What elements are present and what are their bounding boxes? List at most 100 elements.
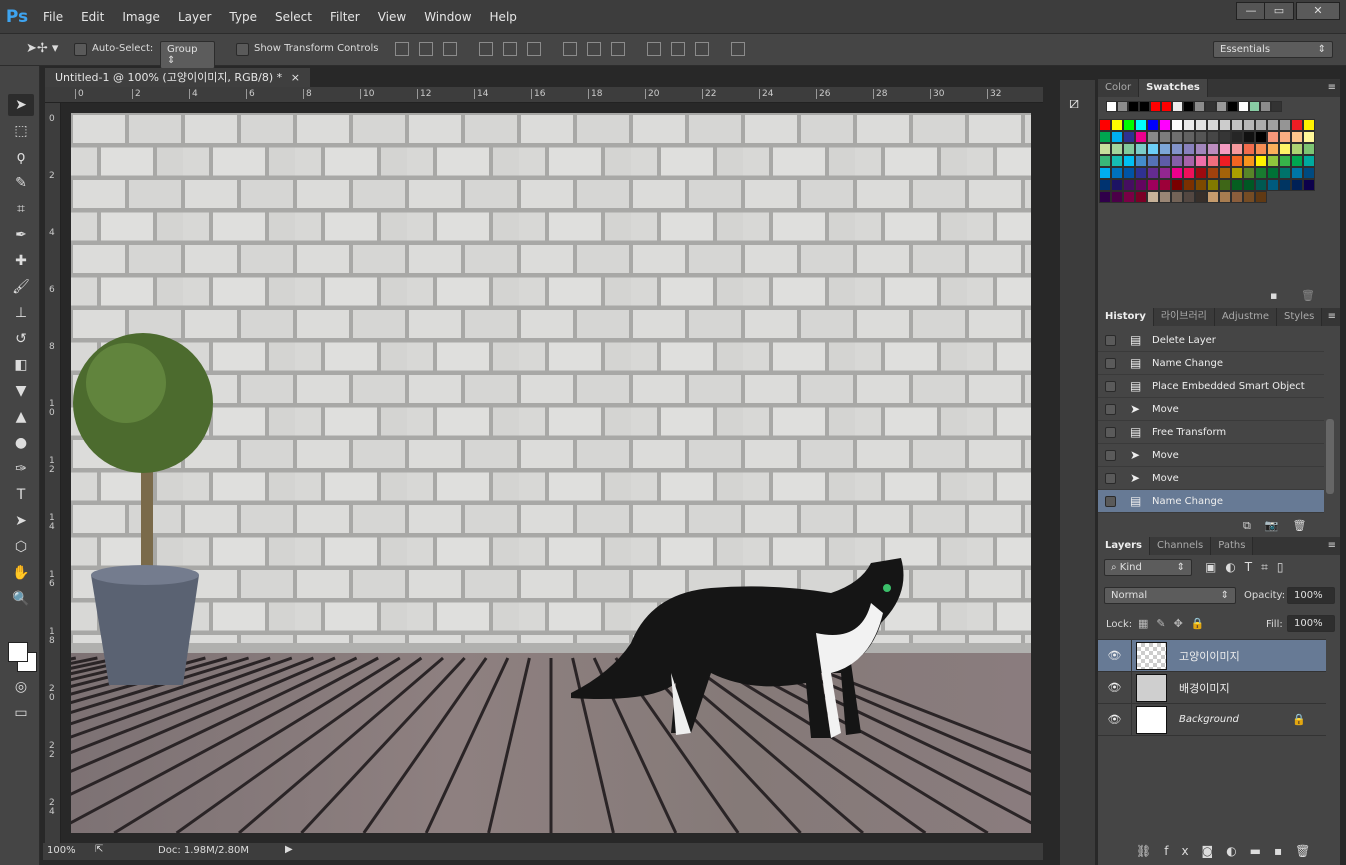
color-swatch[interactable] — [1195, 191, 1207, 203]
layer-name[interactable]: 배경이미지 — [1179, 680, 1230, 696]
align-distribute-button-icon[interactable] — [587, 42, 601, 56]
color-swatch[interactable] — [1111, 143, 1123, 155]
new-swatch-icon[interactable]: ▪ — [1270, 289, 1277, 302]
tab-paths[interactable]: Paths — [1211, 537, 1254, 555]
color-swatch[interactable] — [1243, 143, 1255, 155]
color-swatch[interactable] — [1123, 143, 1135, 155]
color-swatch[interactable] — [1123, 131, 1135, 143]
color-swatch[interactable] — [1135, 167, 1147, 179]
recent-swatch[interactable] — [1271, 101, 1282, 112]
color-swatch[interactable] — [1147, 167, 1159, 179]
color-swatch[interactable] — [1171, 179, 1183, 191]
fill-field[interactable]: 100% — [1287, 615, 1335, 632]
color-swatch[interactable] — [1123, 155, 1135, 167]
paint-bucket-tool-icon[interactable]: ▼ — [8, 380, 34, 402]
align-distribute-button-icon[interactable] — [395, 42, 409, 56]
color-swatch[interactable] — [1279, 179, 1291, 191]
eyedropper-tool-icon[interactable]: ✒ — [8, 224, 34, 246]
menu-file[interactable]: File — [34, 10, 72, 24]
color-swatch[interactable] — [1243, 155, 1255, 167]
layers-footer-icons[interactable]: ⛓fx◙◐▬▪🗑 — [1136, 844, 1323, 858]
history-item[interactable]: ➤ Move — [1098, 444, 1324, 467]
color-swatch[interactable] — [1243, 191, 1255, 203]
color-swatch[interactable] — [1207, 191, 1219, 203]
color-swatch[interactable] — [1255, 191, 1267, 203]
recent-swatch[interactable] — [1260, 101, 1271, 112]
color-swatch[interactable] — [1291, 167, 1303, 179]
menu-image[interactable]: Image — [113, 10, 169, 24]
color-swatch[interactable] — [1123, 179, 1135, 191]
panel-menu-icon[interactable]: ≡ — [1328, 308, 1340, 326]
color-swatch[interactable] — [1111, 191, 1123, 203]
color-swatch[interactable] — [1231, 167, 1243, 179]
history-item[interactable]: ▤ Free Transform — [1098, 421, 1324, 444]
color-swatch[interactable] — [1267, 155, 1279, 167]
color-swatch[interactable] — [1123, 119, 1135, 131]
color-swatch[interactable] — [1255, 167, 1267, 179]
recent-swatch[interactable] — [1249, 101, 1260, 112]
recent-swatch[interactable] — [1172, 101, 1183, 112]
color-swatch[interactable] — [1111, 131, 1123, 143]
history-snapshot-checkbox[interactable] — [1105, 495, 1116, 507]
menu-filter[interactable]: Filter — [321, 10, 369, 24]
history-item[interactable]: ▤ Delete Layer — [1098, 329, 1324, 352]
history-scrollbar[interactable] — [1326, 419, 1334, 494]
recent-swatch[interactable] — [1161, 101, 1172, 112]
foreground-color-swatch[interactable] — [8, 642, 28, 662]
color-swatch[interactable] — [1255, 155, 1267, 167]
clone-stamp-tool-icon[interactable]: ⊥ — [8, 302, 34, 324]
recent-swatch[interactable] — [1139, 101, 1150, 112]
panel-menu-icon[interactable]: ≡ — [1328, 537, 1340, 555]
color-swatch[interactable] — [1219, 131, 1231, 143]
history-snapshot-checkbox[interactable] — [1105, 426, 1116, 438]
canvas-image[interactable] — [71, 113, 1031, 833]
path-selection-tool-icon[interactable]: ➤ — [8, 510, 34, 532]
color-swatch[interactable] — [1147, 179, 1159, 191]
menu-type[interactable]: Type — [220, 10, 266, 24]
layer-name[interactable]: Background — [1179, 714, 1239, 725]
color-swatch[interactable] — [1231, 143, 1243, 155]
recent-swatch[interactable] — [1205, 101, 1216, 112]
color-swatch[interactable] — [1159, 155, 1171, 167]
color-swatch[interactable] — [1195, 167, 1207, 179]
color-swatch[interactable] — [1111, 167, 1123, 179]
tab-color[interactable]: Color — [1098, 79, 1140, 97]
color-swatch[interactable] — [1207, 119, 1219, 131]
color-swatch[interactable] — [1231, 131, 1243, 143]
align-distribute-button-icon[interactable] — [503, 42, 517, 56]
dodge-tool-icon[interactable]: ● — [8, 432, 34, 454]
shape-tool-icon[interactable]: ⬡ — [8, 536, 34, 558]
layer-row[interactable]: 👁 Background 🔒 — [1098, 703, 1326, 736]
color-swatch[interactable] — [1183, 155, 1195, 167]
color-swatch[interactable] — [1303, 167, 1315, 179]
color-swatch[interactable] — [1219, 143, 1231, 155]
align-distribute-button-icon[interactable] — [419, 42, 433, 56]
layer-row[interactable]: 👁 배경이미지 — [1098, 671, 1326, 704]
history-item[interactable]: ▤ Name Change — [1098, 352, 1324, 375]
history-snapshot-checkbox[interactable] — [1105, 403, 1116, 415]
color-swatch[interactable] — [1159, 143, 1171, 155]
color-swatch[interactable] — [1231, 155, 1243, 167]
color-swatch[interactable] — [1147, 131, 1159, 143]
move-tool-icon[interactable]: ➤✢ ▾ — [26, 41, 58, 56]
recent-swatch[interactable] — [1128, 101, 1139, 112]
color-swatch[interactable] — [1135, 131, 1147, 143]
color-swatch[interactable] — [1111, 179, 1123, 191]
close-tab-icon[interactable]: × — [291, 68, 300, 87]
screen-mode-icon[interactable]: ▭ — [8, 702, 34, 724]
color-swatch[interactable] — [1207, 179, 1219, 191]
auto-select-checkbox[interactable] — [74, 43, 87, 56]
workspace-dropdown[interactable]: Essentials ⇕ — [1213, 41, 1333, 58]
properties-icon[interactable]: ⧄ — [1069, 93, 1079, 113]
recent-swatch[interactable] — [1117, 101, 1128, 112]
align-distribute-button-icon[interactable] — [443, 42, 457, 56]
color-swatch[interactable] — [1303, 179, 1315, 191]
menu-help[interactable]: Help — [481, 10, 526, 24]
layer-filter-dropdown[interactable]: ⌕ Kind ⇕ — [1104, 559, 1192, 576]
tab-adjustme[interactable]: Adjustme — [1214, 308, 1278, 326]
recent-swatch[interactable] — [1150, 101, 1161, 112]
color-swatch[interactable] — [1171, 143, 1183, 155]
color-swatch[interactable] — [1255, 179, 1267, 191]
rect-marquee-tool-icon[interactable]: ⬚ — [8, 120, 34, 142]
align-distribute-button-icon[interactable] — [611, 42, 625, 56]
